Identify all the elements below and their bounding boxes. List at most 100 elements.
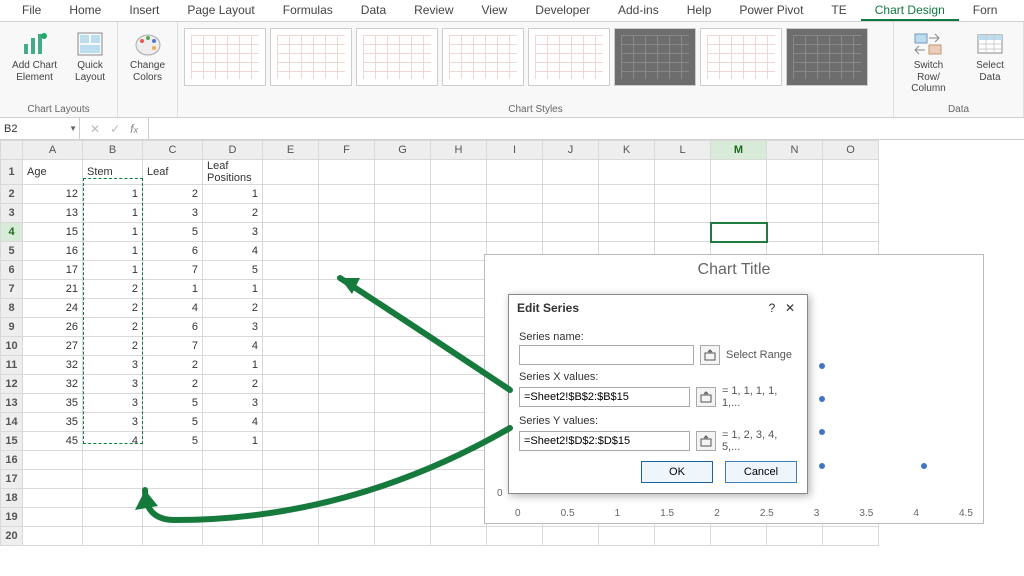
chart-style-thumb[interactable] <box>184 28 266 86</box>
cell-D16[interactable] <box>203 451 263 470</box>
row-header-4[interactable]: 4 <box>1 223 23 242</box>
cell-E20[interactable] <box>263 527 319 546</box>
series-name-input[interactable] <box>519 345 694 365</box>
cell-H13[interactable] <box>431 394 487 413</box>
cell-L20[interactable] <box>655 527 711 546</box>
cell-A18[interactable] <box>23 489 83 508</box>
cell-A2[interactable]: 12 <box>23 185 83 204</box>
cell-G4[interactable] <box>375 223 431 242</box>
cell-E12[interactable] <box>263 375 319 394</box>
col-header-F[interactable]: F <box>319 141 375 160</box>
cell-H6[interactable] <box>431 261 487 280</box>
cell-D14[interactable]: 4 <box>203 413 263 432</box>
chart-style-thumb[interactable] <box>356 28 438 86</box>
row-header-10[interactable]: 10 <box>1 337 23 356</box>
cell-F5[interactable] <box>319 242 375 261</box>
cell-D12[interactable]: 2 <box>203 375 263 394</box>
ribbon-tab-te[interactable]: TE <box>817 0 860 21</box>
cell-N1[interactable] <box>767 160 823 185</box>
cell-E1[interactable] <box>263 160 319 185</box>
cell-B11[interactable]: 3 <box>83 356 143 375</box>
cell-B3[interactable]: 1 <box>83 204 143 223</box>
cell-B12[interactable]: 3 <box>83 375 143 394</box>
cell-F12[interactable] <box>319 375 375 394</box>
cell-D7[interactable]: 1 <box>203 280 263 299</box>
col-header-I[interactable]: I <box>487 141 543 160</box>
cell-I20[interactable] <box>487 527 543 546</box>
cell-A10[interactable]: 27 <box>23 337 83 356</box>
chart-point[interactable] <box>819 363 825 369</box>
cell-F15[interactable] <box>319 432 375 451</box>
cell-D1[interactable]: Leaf Positions <box>203 160 263 185</box>
cell-J2[interactable] <box>543 185 599 204</box>
cell-K4[interactable] <box>599 223 655 242</box>
cell-F17[interactable] <box>319 470 375 489</box>
cell-C5[interactable]: 6 <box>143 242 203 261</box>
cell-E5[interactable] <box>263 242 319 261</box>
cell-M2[interactable] <box>711 185 767 204</box>
cell-H15[interactable] <box>431 432 487 451</box>
cell-B4[interactable]: 1 <box>83 223 143 242</box>
cell-E16[interactable] <box>263 451 319 470</box>
cell-C15[interactable]: 5 <box>143 432 203 451</box>
cell-H8[interactable] <box>431 299 487 318</box>
cell-G6[interactable] <box>375 261 431 280</box>
cell-C18[interactable] <box>143 489 203 508</box>
row-header-1[interactable]: 1 <box>1 160 23 185</box>
cell-H4[interactable] <box>431 223 487 242</box>
cell-H3[interactable] <box>431 204 487 223</box>
cell-L3[interactable] <box>655 204 711 223</box>
add-chart-element-button[interactable]: Add Chart Element <box>6 28 63 85</box>
cell-B6[interactable]: 1 <box>83 261 143 280</box>
cell-F10[interactable] <box>319 337 375 356</box>
col-header-J[interactable]: J <box>543 141 599 160</box>
cell-H2[interactable] <box>431 185 487 204</box>
ribbon-tab-add-ins[interactable]: Add-ins <box>604 0 673 21</box>
ok-button[interactable]: OK <box>641 461 713 483</box>
cell-C7[interactable]: 1 <box>143 280 203 299</box>
fx-icon[interactable]: fx <box>130 122 138 136</box>
row-header-6[interactable]: 6 <box>1 261 23 280</box>
cell-H12[interactable] <box>431 375 487 394</box>
ribbon-tab-view[interactable]: View <box>468 0 522 21</box>
cell-C17[interactable] <box>143 470 203 489</box>
cell-F3[interactable] <box>319 204 375 223</box>
cell-C8[interactable]: 4 <box>143 299 203 318</box>
cell-D3[interactable]: 2 <box>203 204 263 223</box>
cell-C13[interactable]: 5 <box>143 394 203 413</box>
ribbon-tab-help[interactable]: Help <box>673 0 726 21</box>
ribbon-tab-file[interactable]: File <box>8 0 55 21</box>
cell-B13[interactable]: 3 <box>83 394 143 413</box>
cell-F13[interactable] <box>319 394 375 413</box>
row-header-3[interactable]: 3 <box>1 204 23 223</box>
cell-C3[interactable]: 3 <box>143 204 203 223</box>
cell-A13[interactable]: 35 <box>23 394 83 413</box>
cancel-button[interactable]: Cancel <box>725 461 797 483</box>
ribbon-tab-home[interactable]: Home <box>55 0 115 21</box>
cell-G3[interactable] <box>375 204 431 223</box>
cell-E6[interactable] <box>263 261 319 280</box>
cell-E13[interactable] <box>263 394 319 413</box>
cell-F19[interactable] <box>319 508 375 527</box>
chart-point[interactable] <box>819 463 825 469</box>
cell-G20[interactable] <box>375 527 431 546</box>
col-header-K[interactable]: K <box>599 141 655 160</box>
cell-K1[interactable] <box>599 160 655 185</box>
cell-B16[interactable] <box>83 451 143 470</box>
cell-N20[interactable] <box>767 527 823 546</box>
cell-G16[interactable] <box>375 451 431 470</box>
cell-F8[interactable] <box>319 299 375 318</box>
cell-G14[interactable] <box>375 413 431 432</box>
cell-D19[interactable] <box>203 508 263 527</box>
row-header-18[interactable]: 18 <box>1 489 23 508</box>
cell-O2[interactable] <box>823 185 879 204</box>
chart-point[interactable] <box>819 429 825 435</box>
cell-D8[interactable]: 2 <box>203 299 263 318</box>
cell-H19[interactable] <box>431 508 487 527</box>
select-data-button[interactable]: Select Data <box>963 28 1017 85</box>
cell-H16[interactable] <box>431 451 487 470</box>
row-header-15[interactable]: 15 <box>1 432 23 451</box>
cell-K20[interactable] <box>599 527 655 546</box>
cell-A7[interactable]: 21 <box>23 280 83 299</box>
col-header-L[interactable]: L <box>655 141 711 160</box>
